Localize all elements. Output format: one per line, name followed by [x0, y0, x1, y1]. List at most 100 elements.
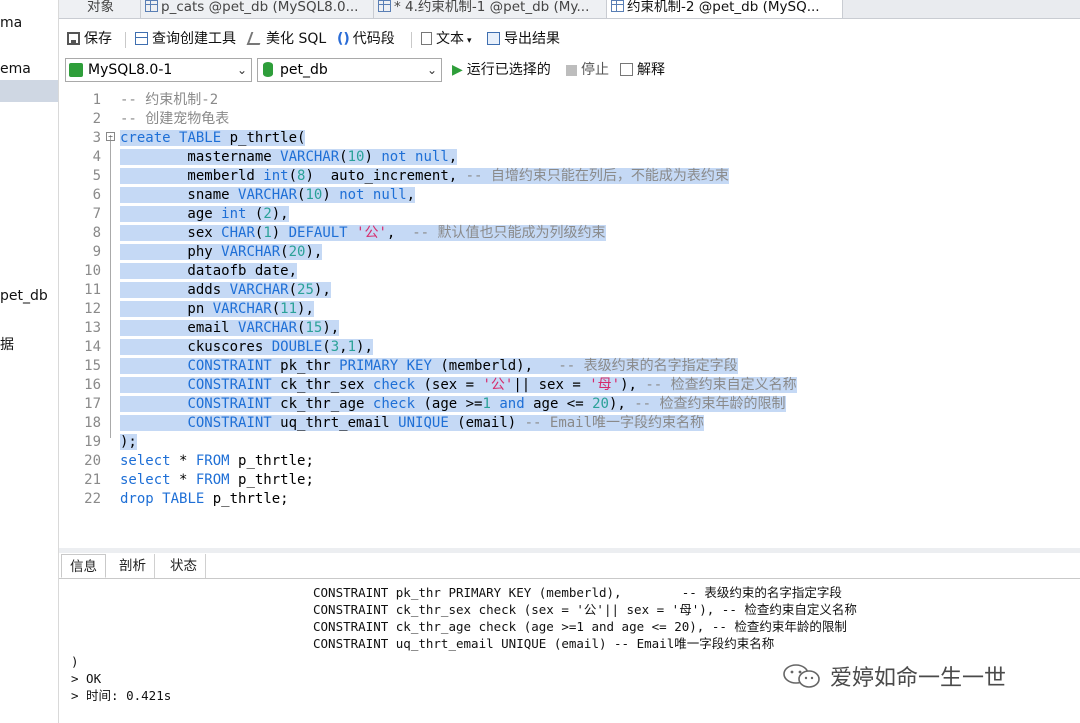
- stop-button[interactable]: 停止: [566, 60, 609, 80]
- code-line[interactable]: 7 age int (2),: [59, 205, 1080, 224]
- chevron-down-icon: ⌄: [236, 63, 247, 77]
- line-number: 11: [84, 282, 101, 298]
- watermark-text: 爱婷如命一生一世: [830, 666, 1007, 691]
- code-text: memberld int(8) auto_increment, -- 自增约束只…: [120, 168, 729, 184]
- navigator-item[interactable]: ema: [0, 61, 31, 77]
- save-icon: [67, 32, 80, 45]
- editor-tab-bar: 对象 p_cats @pet_db (MySQL8.0... * 4.约束机制-…: [59, 0, 1080, 19]
- sql-editor[interactable]: 1 -- 约束机制-2 2 -- 创建宠物龟表 3 create TABLE p_thrt…: [59, 88, 1080, 548]
- code-snippet-button[interactable]: () 代码段: [337, 29, 395, 49]
- code-line[interactable]: 14 ckuscores DOUBLE(3,1),: [59, 338, 1080, 357]
- text-label: 文本: [436, 31, 464, 47]
- code-text: select * FROM p_thrtle;: [120, 472, 314, 488]
- tab-constraint-2[interactable]: 约束机制-2 @pet_db (MySQ...: [607, 0, 843, 18]
- code-line[interactable]: 12 pn VARCHAR(11),: [59, 300, 1080, 319]
- code-line[interactable]: 8 sex CHAR(1) DEFAULT '公', -- 默认值也只能成为列级…: [59, 224, 1080, 243]
- export-label: 导出结果: [504, 31, 560, 47]
- output-line: ): [71, 654, 79, 669]
- navigator-item[interactable]: 据: [0, 334, 14, 354]
- code-line[interactable]: 18 CONSTRAINT uq_thrt_email UNIQUE (emai…: [59, 414, 1080, 433]
- text-menu-button[interactable]: 文本 ▾: [421, 29, 472, 51]
- navigator-panel: ma ema pet_db 据: [0, 0, 59, 723]
- code-line[interactable]: 20 select * FROM p_thrtle;: [59, 452, 1080, 471]
- tab-constraint-1[interactable]: * 4.约束机制-1 @pet_db (My...: [374, 0, 607, 18]
- tab-objects[interactable]: 对象: [59, 0, 141, 18]
- code-line[interactable]: 1 -- 约束机制-2: [59, 91, 1080, 110]
- wechat-icon: [783, 664, 820, 688]
- tab-info[interactable]: 信息: [61, 554, 106, 578]
- code-line[interactable]: 5 memberld int(8) auto_increment, -- 自增约…: [59, 167, 1080, 186]
- tab-label: 约束机制-2 @pet_db (MySQ...: [627, 0, 820, 15]
- code-line[interactable]: 4 mastername VARCHAR(10) not null,: [59, 148, 1080, 167]
- tab-p-cats[interactable]: p_cats @pet_db (MySQL8.0...: [141, 0, 374, 18]
- export-icon: [487, 32, 500, 45]
- explain-icon: [620, 63, 633, 76]
- code-line[interactable]: 9 phy VARCHAR(20),: [59, 243, 1080, 262]
- line-number: 7: [92, 206, 101, 222]
- tab-profile[interactable]: 剖析: [111, 554, 155, 578]
- code-text: dataofb date,: [120, 263, 298, 279]
- code-text: pn VARCHAR(11),: [120, 301, 314, 317]
- line-number: 3: [92, 130, 101, 146]
- database-select[interactable]: pet_db ⌄: [257, 58, 442, 82]
- table-icon: [145, 0, 158, 12]
- line-number: 5: [92, 168, 101, 184]
- code-line[interactable]: 22 drop TABLE p_thrtle;: [59, 490, 1080, 509]
- splitter-handle[interactable]: [59, 548, 1080, 553]
- fold-toggle-icon[interactable]: −: [106, 132, 115, 141]
- code-text: mastername VARCHAR(10) not null,: [120, 149, 458, 165]
- code-line[interactable]: 10 dataofb date,: [59, 262, 1080, 281]
- line-number: 14: [84, 339, 101, 355]
- line-number: 18: [84, 415, 101, 431]
- line-number: 6: [92, 187, 101, 203]
- code-text: age int (2),: [120, 206, 289, 222]
- connection-value: MySQL8.0-1: [88, 62, 173, 78]
- code-line[interactable]: 15 CONSTRAINT pk_thr PRIMARY KEY (member…: [59, 357, 1080, 376]
- code-text: phy VARCHAR(20),: [120, 244, 323, 260]
- line-number: 9: [92, 244, 101, 260]
- beautify-sql-button[interactable]: 美化 SQL: [246, 29, 326, 49]
- output-line: CONSTRAINT ck_thr_sex check (sex = '公'||…: [313, 602, 857, 617]
- output-time: > 时间: 0.421s: [71, 688, 172, 703]
- navigator-selected-row[interactable]: [0, 80, 58, 102]
- query-builder-button[interactable]: 查询创建工具: [135, 29, 236, 49]
- output-tab-bar: 信息 剖析 状态: [59, 554, 1080, 579]
- query-builder-label: 查询创建工具: [152, 31, 236, 47]
- code-text: );: [120, 434, 137, 450]
- code-text: sname VARCHAR(10) not null,: [120, 187, 416, 203]
- navigator-item-pet-db[interactable]: pet_db: [0, 288, 48, 304]
- code-line[interactable]: 17 CONSTRAINT ck_thr_age check (age >=1 …: [59, 395, 1080, 414]
- caret-down-icon: ▾: [467, 36, 472, 46]
- run-selected-button[interactable]: ▶ 运行已选择的: [452, 60, 551, 80]
- navigator-item[interactable]: ma: [0, 15, 22, 31]
- code-line[interactable]: 19);: [59, 433, 1080, 452]
- explain-button[interactable]: 解释: [620, 60, 665, 80]
- line-number: 16: [84, 377, 101, 393]
- output-ok: > OK: [71, 671, 102, 686]
- play-icon: ▶: [452, 62, 463, 78]
- export-results-button[interactable]: 导出结果: [487, 29, 560, 49]
- code-line[interactable]: 13 email VARCHAR(15),: [59, 319, 1080, 338]
- fold-guide: [110, 135, 111, 438]
- line-number: 22: [84, 491, 101, 507]
- code-text: sex CHAR(1) DEFAULT '公', -- 默认值也只能成为列级约束: [120, 225, 606, 241]
- code-text: CONSTRAINT pk_thr PRIMARY KEY (memberld)…: [120, 357, 738, 376]
- code-line[interactable]: 21 select * FROM p_thrtle;: [59, 471, 1080, 490]
- code-line[interactable]: 6 sname VARCHAR(10) not null,: [59, 186, 1080, 205]
- code-text: adds VARCHAR(25),: [120, 282, 331, 298]
- line-number: 21: [84, 472, 101, 488]
- code-text: drop TABLE p_thrtle;: [120, 491, 289, 507]
- code-line[interactable]: 2 -- 创建宠物龟表: [59, 110, 1080, 129]
- code-line[interactable]: 16 CONSTRAINT ck_thr_sex check (sex = '公…: [59, 376, 1080, 395]
- code-text: select * FROM p_thrtle;: [120, 453, 314, 469]
- tab-status[interactable]: 状态: [162, 554, 206, 578]
- code-snippet-label: 代码段: [352, 31, 395, 47]
- stop-label: 停止: [581, 62, 609, 78]
- explain-label: 解释: [637, 62, 665, 78]
- editor-toolbar: 保存 查询创建工具 美化 SQL () 代码段 文本 ▾ 导出结果: [59, 26, 1080, 52]
- connection-select[interactable]: MySQL8.0-1 ⌄: [65, 58, 252, 82]
- code-line[interactable]: 3 create TABLE p_thrtle(: [59, 129, 1080, 148]
- tab-label: p_cats @pet_db (MySQL8.0...: [161, 0, 359, 15]
- save-button[interactable]: 保存: [67, 29, 112, 49]
- code-line[interactable]: 11 adds VARCHAR(25),: [59, 281, 1080, 300]
